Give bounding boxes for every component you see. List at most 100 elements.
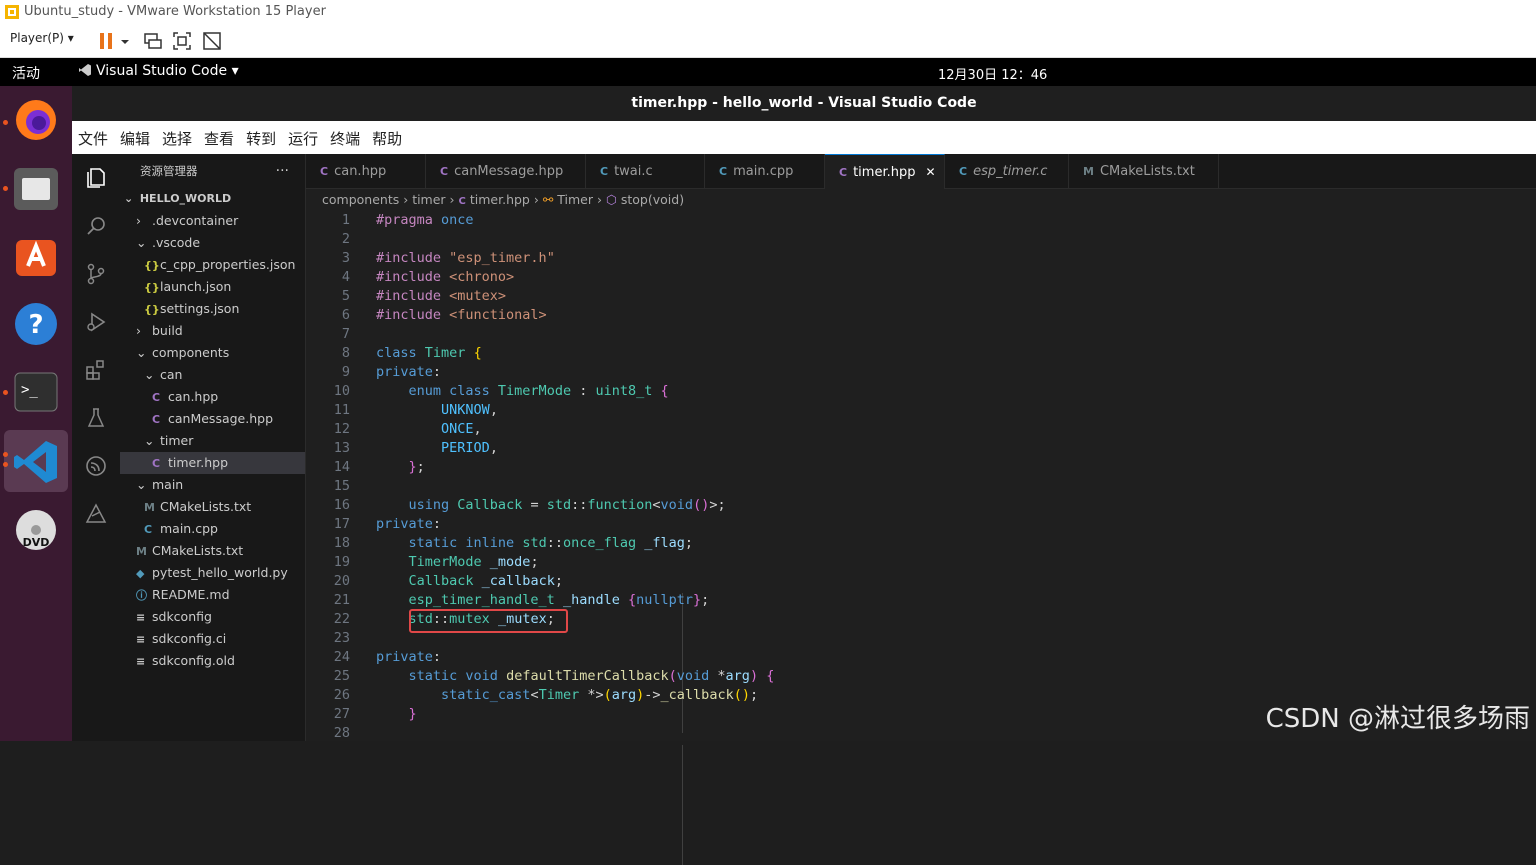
files-icon[interactable] bbox=[12, 164, 60, 212]
source-control-icon[interactable] bbox=[84, 262, 108, 286]
tree-file-main-cpp[interactable]: Cmain.cpp bbox=[120, 518, 305, 540]
menu-terminal[interactable]: 终端 bbox=[324, 121, 366, 149]
code-line[interactable]: private: bbox=[376, 515, 441, 534]
send-ctrl-alt-del-icon[interactable] bbox=[142, 30, 164, 52]
code-line[interactable]: enum class TimerMode : uint8_t { bbox=[376, 382, 669, 401]
breadcrumb-item[interactable]: components bbox=[322, 192, 399, 207]
code-line[interactable]: #include <chrono> bbox=[376, 268, 514, 287]
tab-twai-c[interactable]: Ctwai.c bbox=[586, 154, 705, 189]
code-line[interactable]: PERIOD, bbox=[376, 439, 498, 458]
help-icon[interactable]: ? bbox=[12, 300, 60, 348]
tree-file-sdkconfig-old[interactable]: ≡ sdkconfig.old bbox=[120, 650, 305, 672]
clock[interactable]: 12月30日 12：46 bbox=[938, 64, 1047, 83]
menu-view[interactable]: 查看 bbox=[198, 121, 240, 149]
explorer-icon[interactable] bbox=[84, 166, 108, 190]
code-line[interactable]: static inline std::once_flag _flag; bbox=[376, 534, 694, 553]
code-line[interactable]: #pragma once bbox=[376, 211, 474, 230]
tree-folder-main[interactable]: ⌄ main bbox=[120, 474, 305, 496]
unity-mode-icon[interactable] bbox=[201, 30, 223, 52]
run-debug-icon[interactable] bbox=[84, 310, 108, 334]
code-editor[interactable]: 1 #pragma once 2 3 #include "esp_timer.h" 4 #i… bbox=[306, 211, 1536, 865]
cpp-file-icon: C bbox=[144, 523, 153, 536]
tab-can-hpp[interactable]: Ccan.hpp bbox=[306, 154, 426, 189]
code-line[interactable]: TimerMode _mode; bbox=[376, 553, 539, 572]
tree-folder-devcontainer[interactable]: › .devcontainer bbox=[120, 210, 305, 232]
tree-root-folder[interactable]: ⌄ HELLO_WORLD bbox=[120, 188, 305, 210]
tree-file-launch-json[interactable]: {}launch.json bbox=[120, 276, 305, 298]
code-line[interactable]: ONCE, bbox=[376, 420, 482, 439]
tab-canmessage-hpp[interactable]: CcanMessage.hpp bbox=[426, 154, 586, 189]
tree-folder-can[interactable]: ⌄ can bbox=[120, 364, 305, 386]
activities-button[interactable]: 活动 bbox=[12, 63, 40, 83]
fullscreen-icon[interactable] bbox=[171, 30, 193, 52]
pause-dropdown-icon[interactable] bbox=[118, 30, 132, 52]
code-line[interactable]: Callback _callback; bbox=[376, 572, 563, 591]
espressif-icon[interactable] bbox=[84, 454, 108, 478]
pause-icon[interactable] bbox=[96, 30, 118, 52]
code-line[interactable]: private: bbox=[376, 363, 441, 382]
terminal-icon[interactable]: >_ bbox=[12, 368, 60, 416]
menu-run[interactable]: 运行 bbox=[282, 121, 324, 149]
breadcrumb-item[interactable]: timer bbox=[412, 192, 445, 207]
tree-file-c-cpp-properties[interactable]: {}c_cpp_properties.json bbox=[120, 254, 305, 276]
cmake-file-icon: M bbox=[1083, 165, 1094, 178]
app-menu[interactable]: Visual Studio Code ▾ bbox=[78, 63, 239, 79]
tree-file-sdkconfig-ci[interactable]: ≡ sdkconfig.ci bbox=[120, 628, 305, 650]
tree-file-settings-json[interactable]: {}settings.json bbox=[120, 298, 305, 320]
menu-file[interactable]: 文件 bbox=[72, 121, 114, 149]
close-icon[interactable]: ✕ bbox=[925, 165, 935, 179]
line-number: 8 bbox=[341, 345, 350, 361]
tab-esp-timer-c[interactable]: Cesp_timer.c bbox=[945, 154, 1069, 189]
tab-cmakelists[interactable]: M CMakeLists.txt bbox=[1069, 154, 1219, 189]
code-line[interactable]: #include <functional> bbox=[376, 306, 547, 325]
software-center-icon[interactable] bbox=[12, 232, 60, 280]
breadcrumb-item[interactable]: timer.hpp bbox=[470, 192, 530, 207]
tree-file-main-cmakelists[interactable]: M CMakeLists.txt bbox=[120, 496, 305, 518]
menu-selection[interactable]: 选择 bbox=[156, 121, 198, 149]
vscode-icon[interactable] bbox=[12, 438, 60, 486]
tree-folder-components[interactable]: ⌄ components bbox=[120, 342, 305, 364]
tree-file-root-cmakelists[interactable]: M CMakeLists.txt bbox=[120, 540, 305, 562]
menu-go[interactable]: 转到 bbox=[240, 121, 282, 149]
menu-edit[interactable]: 编辑 bbox=[114, 121, 156, 149]
c-file-icon: C bbox=[959, 165, 968, 178]
testing-icon[interactable] bbox=[84, 406, 108, 430]
tree-file-readme[interactable]: ⓘ README.md bbox=[120, 584, 305, 606]
code-line[interactable]: private: bbox=[376, 648, 441, 667]
line-number: 18 bbox=[333, 535, 350, 551]
indent-guide bbox=[682, 593, 683, 733]
breadcrumb-item[interactable]: stop(void) bbox=[621, 192, 684, 207]
code-line[interactable]: #include "esp_timer.h" bbox=[376, 249, 555, 268]
tree-file-can-hpp[interactable]: Ccan.hpp bbox=[120, 386, 305, 408]
code-line[interactable]: UNKNOW, bbox=[376, 401, 498, 420]
code-line[interactable]: static_cast<Timer *>(arg)->_callback(); bbox=[376, 686, 758, 705]
tab-timer-hpp[interactable]: Ctimer.hpp ✕ bbox=[825, 154, 945, 189]
tree-file-canmessage-hpp[interactable]: CcanMessage.hpp bbox=[120, 408, 305, 430]
extensions-icon[interactable] bbox=[84, 358, 108, 382]
search-icon[interactable] bbox=[84, 214, 108, 238]
tab-main-cpp[interactable]: Cmain.cpp bbox=[705, 154, 825, 189]
tab-label: timer.hpp bbox=[853, 165, 916, 180]
menu-help[interactable]: 帮助 bbox=[366, 121, 408, 149]
tree-folder-build[interactable]: › build bbox=[120, 320, 305, 342]
line-number: 1 bbox=[341, 212, 350, 228]
tree-file-pytest[interactable]: ◆ pytest_hello_world.py bbox=[120, 562, 305, 584]
code-line[interactable]: #include <mutex> bbox=[376, 287, 506, 306]
code-line[interactable]: static void defaultTimerCallback(void *a… bbox=[376, 667, 775, 686]
tree-folder-timer[interactable]: ⌄ timer bbox=[120, 430, 305, 452]
tree-folder-vscode[interactable]: ⌄ .vscode bbox=[120, 232, 305, 254]
code-line[interactable]: esp_timer_handle_t _handle {nullptr}; bbox=[376, 591, 710, 610]
dvd-icon[interactable]: DVD bbox=[12, 506, 60, 554]
code-line[interactable]: class Timer { bbox=[376, 344, 482, 363]
firefox-icon[interactable] bbox=[12, 96, 60, 144]
code-line[interactable]: } bbox=[376, 705, 417, 724]
player-menu-button[interactable]: Player(P) ▾ bbox=[10, 31, 74, 45]
code-line[interactable]: }; bbox=[376, 458, 425, 477]
code-line[interactable]: using Callback = std::function<void()>; bbox=[376, 496, 726, 515]
more-actions-icon[interactable]: ··· bbox=[276, 154, 289, 188]
breadcrumb-item[interactable]: Timer bbox=[557, 192, 593, 207]
platformio-icon[interactable] bbox=[84, 502, 108, 526]
tree-file-sdkconfig[interactable]: ≡ sdkconfig bbox=[120, 606, 305, 628]
tree-file-timer-hpp[interactable]: Ctimer.hpp bbox=[120, 452, 305, 474]
ubuntu-top-bar: 活动 Visual Studio Code ▾ 12月30日 12：46 bbox=[0, 58, 1536, 86]
